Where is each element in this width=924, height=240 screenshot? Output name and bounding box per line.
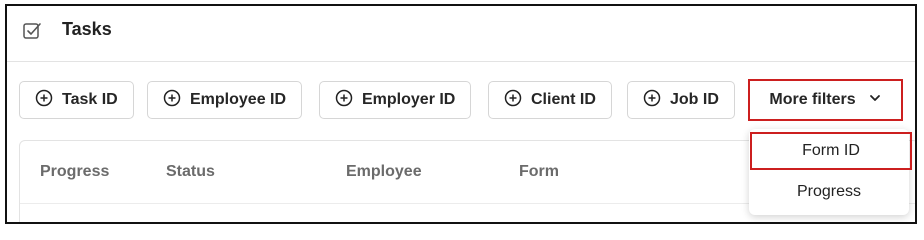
checkbox-icon xyxy=(22,21,42,41)
more-filters-button[interactable]: More filters xyxy=(748,79,903,121)
filter-chip-employer-id[interactable]: Employer ID xyxy=(319,81,472,119)
more-filters-dropdown: Form ID Progress xyxy=(749,129,912,215)
filter-chip-label: Employer ID xyxy=(362,91,456,108)
tasks-panel: Tasks Task ID Employee ID Employer ID Cl… xyxy=(5,4,917,224)
page-title: Tasks xyxy=(62,19,112,39)
plus-circle-icon xyxy=(504,89,522,112)
dropdown-item-progress[interactable]: Progress xyxy=(749,173,909,211)
column-header-status[interactable]: Status xyxy=(166,163,215,181)
filter-chip-job-id[interactable]: Job ID xyxy=(627,81,735,119)
filter-chip-client-id[interactable]: Client ID xyxy=(488,81,612,119)
dropdown-item-form-id[interactable]: Form ID xyxy=(750,132,912,170)
dropdown-item-label: Form ID xyxy=(802,142,860,159)
plus-circle-icon xyxy=(643,89,661,112)
filter-chip-label: Client ID xyxy=(531,91,596,108)
filter-chip-task-id[interactable]: Task ID xyxy=(19,81,134,119)
filter-chip-label: Task ID xyxy=(62,91,118,108)
dropdown-item-label: Progress xyxy=(796,183,862,200)
filter-chip-employee-id[interactable]: Employee ID xyxy=(147,81,303,119)
panel-header: Tasks xyxy=(7,6,915,62)
filter-chip-label: Job ID xyxy=(670,91,719,108)
plus-circle-icon xyxy=(335,89,353,112)
chevron-down-icon xyxy=(868,91,882,110)
more-filters-label: More filters xyxy=(769,91,856,108)
column-header-progress[interactable]: Progress xyxy=(40,163,109,181)
column-header-employee[interactable]: Employee xyxy=(346,163,422,181)
filter-chip-label: Employee ID xyxy=(190,91,287,108)
plus-circle-icon xyxy=(35,89,53,112)
plus-circle-icon xyxy=(163,89,181,112)
column-header-form[interactable]: Form xyxy=(519,163,559,181)
